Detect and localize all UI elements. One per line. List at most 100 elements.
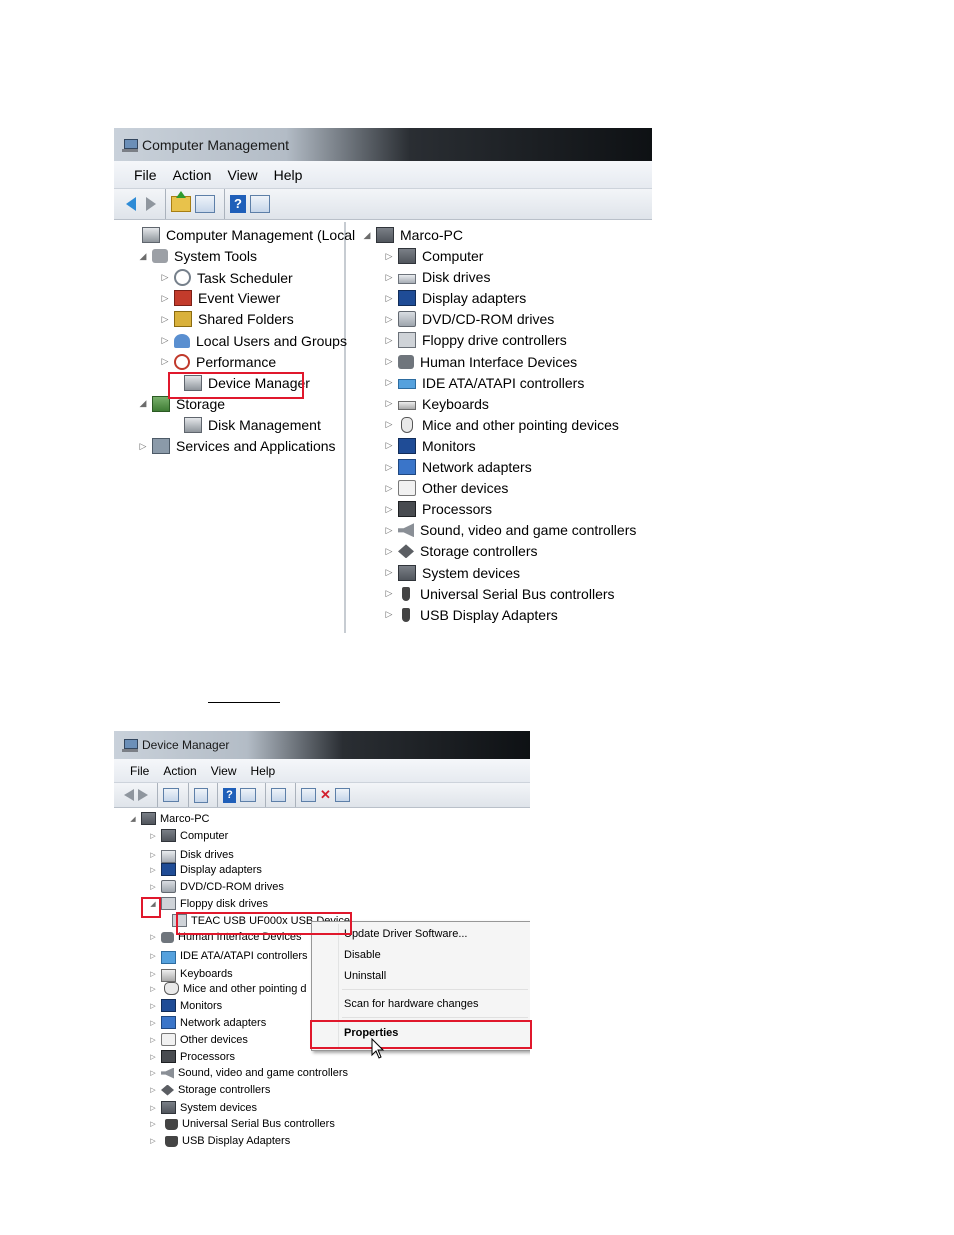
console-tree-item[interactable]: ▷ Task Scheduler <box>160 269 293 287</box>
device-category[interactable]: ▷ Display adapters <box>148 863 262 876</box>
expander-icon[interactable]: ▷ <box>138 441 148 452</box>
expand-icon[interactable]: ▷ <box>148 1053 158 1061</box>
expand-icon[interactable]: ▷ <box>148 883 158 891</box>
show-hide-tree-button[interactable] <box>163 788 179 802</box>
expand-icon[interactable]: ▷ <box>148 1086 158 1094</box>
back-button[interactable] <box>124 789 134 801</box>
device-category[interactable]: ▷ Computer <box>384 248 483 264</box>
device-category[interactable]: ▷ System devices <box>148 1101 257 1114</box>
device-category[interactable]: ▷ Disk drives <box>148 846 234 863</box>
properties-toolbar-button[interactable] <box>194 787 208 803</box>
forward-button[interactable] <box>138 789 148 801</box>
device-category[interactable]: ▷ System devices <box>384 564 520 581</box>
expand-icon[interactable]: ▷ <box>384 293 394 304</box>
device-category[interactable]: ▷ USB Display Adapters <box>384 607 558 623</box>
device-category[interactable]: ▷ Network adapters <box>384 459 532 475</box>
device-category[interactable]: ◢ Floppy disk drives <box>148 897 268 910</box>
device-category[interactable]: ▷ Keyboards <box>148 965 233 982</box>
title-bar[interactable]: Computer Management <box>114 128 652 161</box>
device-category[interactable]: ▷ Human Interface Devices <box>384 354 578 370</box>
expander-icon[interactable]: ▷ <box>160 314 170 325</box>
console-tree-item[interactable]: ▷ Services and Applications <box>138 438 336 454</box>
expand-icon[interactable]: ▷ <box>148 1120 158 1128</box>
up-folder-button[interactable] <box>171 191 191 212</box>
menu-action[interactable]: Action <box>163 764 196 778</box>
help-button[interactable]: ? <box>223 787 236 803</box>
device-category[interactable]: ▷ IDE ATA/ATAPI controllers <box>384 375 585 391</box>
device-category[interactable]: ▷ Computer <box>148 829 228 842</box>
expand-icon[interactable]: ▷ <box>148 1019 158 1027</box>
forward-button[interactable] <box>146 197 156 211</box>
console-tree-item[interactable]: ▷ Performance <box>160 353 276 370</box>
expand-icon[interactable]: ▷ <box>384 546 394 557</box>
device-category[interactable]: ▷ USB Display Adapters <box>148 1135 290 1147</box>
expand-icon[interactable]: ▷ <box>148 832 158 840</box>
help-button[interactable]: ? <box>230 195 246 213</box>
expand-icon[interactable]: ▷ <box>148 1002 158 1010</box>
action-pane-button[interactable] <box>250 195 270 213</box>
expander-icon[interactable]: ▷ <box>160 335 170 346</box>
device-category[interactable]: ▷ Storage controllers <box>384 543 538 559</box>
expand-icon[interactable]: ▷ <box>384 609 394 620</box>
collapse-icon[interactable]: ◢ <box>128 815 138 823</box>
expand-icon[interactable]: ▷ <box>148 985 158 993</box>
device-category[interactable]: ▷ Monitors <box>148 999 222 1012</box>
device-category[interactable]: ▷ Storage controllers <box>148 1084 270 1096</box>
device-category[interactable]: ▷ Processors <box>384 501 492 518</box>
device-category[interactable]: ▷ Disk drives <box>384 269 491 285</box>
expand-icon[interactable]: ▷ <box>148 866 158 874</box>
device-category[interactable]: ▷ Universal Serial Bus controllers <box>384 586 615 602</box>
expander-icon[interactable]: ▷ <box>160 293 170 304</box>
console-tree-item[interactable]: Disk Management <box>170 416 321 433</box>
console-tree-item[interactable]: ◢ System Tools <box>138 248 257 264</box>
expand-icon[interactable]: ▷ <box>384 335 394 346</box>
device-category[interactable]: ▷ Other devices <box>148 1033 248 1046</box>
expand-icon[interactable]: ▷ <box>384 356 394 367</box>
expand-icon[interactable]: ▷ <box>148 952 158 960</box>
expand-icon[interactable]: ▷ <box>148 1137 158 1145</box>
device-category[interactable]: ▷ DVD/CD-ROM drives <box>384 311 554 328</box>
expander-icon[interactable]: ▷ <box>160 356 170 367</box>
device-category[interactable]: ▷ Other devices <box>384 480 508 497</box>
expander-icon[interactable]: ◢ <box>138 251 148 262</box>
expand-icon[interactable]: ▷ <box>384 440 394 451</box>
expand-icon[interactable]: ▷ <box>148 933 158 941</box>
menu-uninstall[interactable]: Uninstall <box>312 970 530 982</box>
device-category[interactable]: ▷ Display adapters <box>384 290 526 307</box>
device-category[interactable]: ▷ Sound, video and game controllers <box>148 1067 348 1079</box>
uninstall-button[interactable]: ✕ <box>320 787 331 803</box>
device-category[interactable]: ▷ Floppy drive controllers <box>384 332 567 349</box>
expand-icon[interactable]: ▷ <box>148 1069 158 1077</box>
device-category[interactable]: ▷ IDE ATA/ATAPI controllers <box>148 948 308 964</box>
expander-icon[interactable]: ▷ <box>160 272 170 283</box>
device-category[interactable]: ▷ Mice and other pointing devices <box>384 416 619 433</box>
menu-action[interactable]: Action <box>173 167 212 183</box>
device-category[interactable]: ▷ Sound, video and game controllers <box>384 522 637 538</box>
device-category[interactable]: ▷ Monitors <box>384 437 476 454</box>
expand-icon[interactable]: ▷ <box>148 1036 158 1044</box>
tree-root[interactable]: ◢ Marco-PC <box>362 227 463 243</box>
menu-disable[interactable]: Disable <box>312 949 530 961</box>
console-tree-item[interactable]: ▷ Event Viewer <box>160 290 280 307</box>
expand-icon[interactable]: ▷ <box>384 419 394 430</box>
device-category[interactable]: ▷ Processors <box>148 1050 235 1063</box>
device-category[interactable]: ▷ Network adapters <box>148 1016 266 1029</box>
expand-icon[interactable]: ▷ <box>148 970 158 978</box>
console-tree-item[interactable]: ▷ Local Users and Groups <box>160 333 347 349</box>
expand-icon[interactable]: ▷ <box>384 567 394 578</box>
device-category[interactable]: ▷ Mice and other pointing d <box>148 982 307 995</box>
expand-icon[interactable]: ▷ <box>384 377 394 388</box>
update-driver-button[interactable] <box>301 788 316 802</box>
menu-view[interactable]: View <box>211 764 237 778</box>
device-category[interactable]: ▷ Universal Serial Bus controllers <box>148 1118 335 1130</box>
expand-icon[interactable]: ▷ <box>384 504 394 515</box>
show-hide-tree-button[interactable] <box>195 195 215 213</box>
title-bar[interactable]: Device Manager <box>114 731 530 759</box>
pane-divider[interactable] <box>344 222 346 633</box>
back-button[interactable] <box>126 197 136 211</box>
expand-icon[interactable]: ▷ <box>384 462 394 473</box>
menu-help[interactable]: Help <box>251 764 276 778</box>
console-tree-item[interactable]: Computer Management (Local <box>128 227 355 243</box>
collapse-icon[interactable]: ◢ <box>362 230 372 241</box>
expand-icon[interactable]: ▷ <box>384 525 394 536</box>
